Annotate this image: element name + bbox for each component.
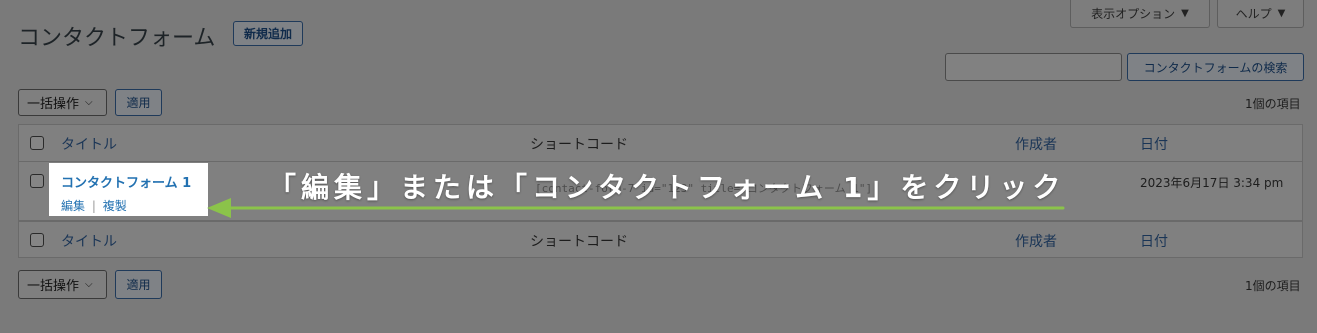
column-shortcode: ショートコード: [530, 137, 628, 153]
page-title: コンタクトフォーム: [18, 26, 216, 51]
duplicate-link[interactable]: 複製: [103, 199, 127, 213]
column-title[interactable]: タイトル: [61, 134, 117, 154]
edit-link[interactable]: 編集: [61, 199, 85, 213]
search-button[interactable]: コンタクトフォームの検索: [1127, 53, 1304, 81]
annotation-text: 「編集」または「コンタクトフォーム 1」をクリック: [268, 171, 1066, 204]
screen-options-label: 表示オプション: [1091, 7, 1176, 21]
select-all-checkbox[interactable]: [30, 136, 44, 150]
chevron-down-icon: ⌵: [85, 279, 93, 290]
apply-button-bottom[interactable]: 適用: [115, 270, 162, 299]
bulk-action-select-bottom[interactable]: 一括操作 ⌵: [18, 270, 107, 299]
select-all-checkbox-bottom[interactable]: [30, 233, 44, 247]
action-separator: |: [91, 199, 96, 213]
add-new-button[interactable]: 新規追加: [233, 21, 303, 46]
row-actions: 編集 | 複製: [61, 197, 127, 214]
caret-down-icon: ▼: [1277, 8, 1286, 19]
bulk-action-select-top[interactable]: 一括操作 ⌵: [18, 89, 107, 116]
column-author-bottom[interactable]: 作成者: [1015, 231, 1057, 251]
items-count-top: 1個の項目: [1245, 97, 1301, 111]
items-count-bottom: 1個の項目: [1245, 279, 1301, 293]
column-title-bottom[interactable]: タイトル: [61, 231, 117, 251]
search-input[interactable]: [945, 53, 1122, 81]
bulk-action-label-bottom: 一括操作: [27, 279, 80, 294]
apply-button-top[interactable]: 適用: [115, 89, 162, 116]
bulk-action-label: 一括操作: [27, 97, 80, 112]
help-button[interactable]: ヘルプ ▼: [1217, 0, 1304, 28]
table-footer: [18, 221, 1303, 258]
row-checkbox[interactable]: [30, 174, 44, 188]
column-shortcode-bottom: ショートコード: [530, 234, 628, 250]
chevron-down-icon: ⌵: [85, 97, 93, 108]
caret-down-icon: ▼: [1181, 8, 1189, 19]
help-label: ヘルプ: [1235, 7, 1272, 21]
column-date-bottom[interactable]: 日付: [1140, 231, 1168, 251]
column-date[interactable]: 日付: [1140, 134, 1168, 154]
screen-options-button[interactable]: 表示オプション ▼: [1070, 0, 1210, 28]
row-date: 2023年6月17日 3:34 pm: [1140, 176, 1284, 190]
form-title-link[interactable]: コンタクトフォーム 1: [61, 172, 191, 191]
column-author[interactable]: 作成者: [1015, 134, 1057, 154]
